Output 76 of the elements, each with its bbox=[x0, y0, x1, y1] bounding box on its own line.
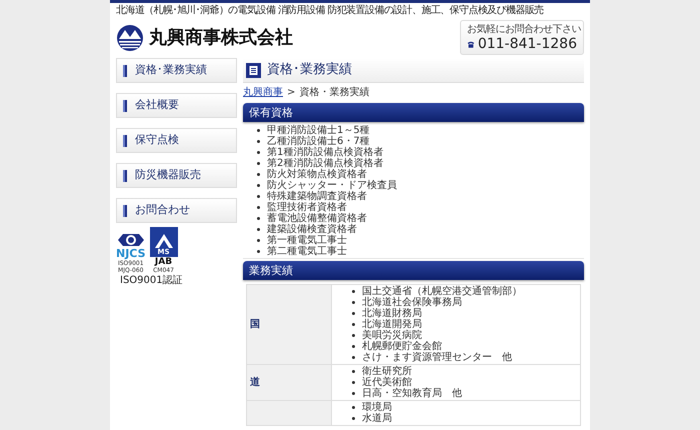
list-item: 特殊建築物調査資格者 bbox=[267, 191, 367, 202]
sidebar-item[interactable]: 会社概要 bbox=[116, 93, 237, 118]
list-item: 防火シャッター・ドア検査員 bbox=[267, 180, 397, 191]
document-icon bbox=[246, 62, 261, 78]
bullet-icon bbox=[257, 151, 260, 154]
list-item: 北海道社会保険事務局 bbox=[362, 297, 462, 308]
bullet-icon bbox=[257, 173, 260, 176]
bullet-icon bbox=[352, 406, 355, 409]
bullet-icon bbox=[123, 204, 127, 216]
bullet-icon bbox=[352, 312, 355, 315]
bullet-icon bbox=[257, 195, 260, 198]
list-item: 監理技術者資格者 bbox=[267, 202, 347, 213]
list-item: 北海道開発局 bbox=[362, 319, 422, 330]
list-item: 防火対策物点検資格者 bbox=[267, 169, 367, 180]
bullet-icon bbox=[123, 64, 127, 76]
bullet-icon bbox=[123, 100, 127, 112]
list-item: 蓄電池設備整備資格者 bbox=[267, 213, 367, 224]
section-heading: 業務実績 bbox=[243, 261, 584, 280]
eye-emblem-icon bbox=[116, 232, 145, 248]
section-heading: 保有資格 bbox=[243, 103, 584, 122]
list-item: さけ・ます資源管理センター 他 bbox=[362, 352, 512, 363]
bullet-icon bbox=[352, 381, 355, 384]
category-label: 道 bbox=[250, 377, 260, 388]
list-item: 乙種消防設備士6・7種 bbox=[267, 136, 370, 147]
bullet-icon bbox=[352, 290, 355, 293]
bullet-icon bbox=[352, 334, 355, 337]
list-item: 環境局 bbox=[362, 402, 392, 413]
njcs-label: NJCS bbox=[116, 248, 146, 260]
bullet-icon bbox=[352, 345, 355, 348]
phone-number: 011-841-1286 bbox=[478, 36, 577, 52]
certification-caption: ISO9001認証 bbox=[119, 275, 184, 287]
bullet-icon bbox=[352, 323, 355, 326]
bullet-icon bbox=[352, 356, 355, 359]
bullet-icon bbox=[257, 129, 260, 132]
list-item: 建築設備検査資格者 bbox=[267, 224, 357, 235]
list-item: 近代美術館 bbox=[362, 377, 412, 388]
list-item: 第1種消防設備点検資格者 bbox=[267, 147, 384, 158]
bullet-icon bbox=[257, 184, 260, 187]
bullet-icon bbox=[257, 140, 260, 143]
bullet-icon bbox=[257, 162, 260, 165]
jab-label: JAB bbox=[154, 257, 172, 267]
list-item: 第二種電気工事士 bbox=[267, 246, 347, 257]
list-item: 日高・空知教育局 他 bbox=[362, 388, 462, 399]
bullet-icon bbox=[257, 250, 260, 253]
bullet-icon bbox=[352, 370, 355, 373]
list-item: 第一種電気工事士 bbox=[267, 235, 347, 246]
bullet-icon bbox=[257, 206, 260, 209]
breadcrumb-link[interactable]: 丸興商事 bbox=[243, 87, 283, 99]
list-item: 甲種消防設備士1～5種 bbox=[267, 125, 370, 136]
sidebar-item[interactable]: 保守点検 bbox=[116, 128, 237, 153]
list-item: 北海道財務局 bbox=[362, 308, 422, 319]
category-label: 国 bbox=[250, 319, 260, 330]
bullet-icon bbox=[123, 170, 127, 182]
triangle-icon bbox=[154, 234, 172, 248]
bullet-icon bbox=[352, 417, 355, 420]
bullet-icon bbox=[352, 301, 355, 304]
breadcrumb-separator: > bbox=[287, 87, 296, 99]
bullet-icon bbox=[352, 392, 355, 395]
company-name: 丸興商事株式会社 bbox=[149, 26, 293, 50]
breadcrumb-current: 資格・業務実績 bbox=[299, 87, 370, 99]
sidebar-item[interactable]: お問合わせ bbox=[116, 198, 237, 223]
bullet-icon bbox=[257, 239, 260, 242]
list-item: 第2種消防設備点検資格者 bbox=[267, 158, 384, 169]
bullet-icon bbox=[257, 228, 260, 231]
page-title: 資格･業務実績 bbox=[267, 61, 352, 80]
tagline: 北海道（札幌･旭川･洞爺）の電気設備 消防用設備 防犯装置設備の設計、施工、保守点検及び機器販売 bbox=[116, 5, 545, 17]
list-item: 水道局 bbox=[362, 413, 392, 424]
list-item: 衛生研究所 bbox=[362, 366, 412, 377]
company-logo-icon bbox=[116, 24, 144, 52]
list-item: 美唄労災病院 bbox=[362, 330, 422, 341]
bullet-icon bbox=[257, 217, 260, 220]
sidebar-item[interactable]: 資格･業務実績 bbox=[116, 58, 237, 83]
bullet-icon bbox=[123, 134, 127, 146]
list-item: 札幌郵便貯金会館 bbox=[362, 341, 442, 352]
sidebar-item[interactable]: 防災機器販売 bbox=[116, 163, 237, 188]
list-item: 国土交通省（札幌空港交通管制部） bbox=[362, 286, 522, 297]
